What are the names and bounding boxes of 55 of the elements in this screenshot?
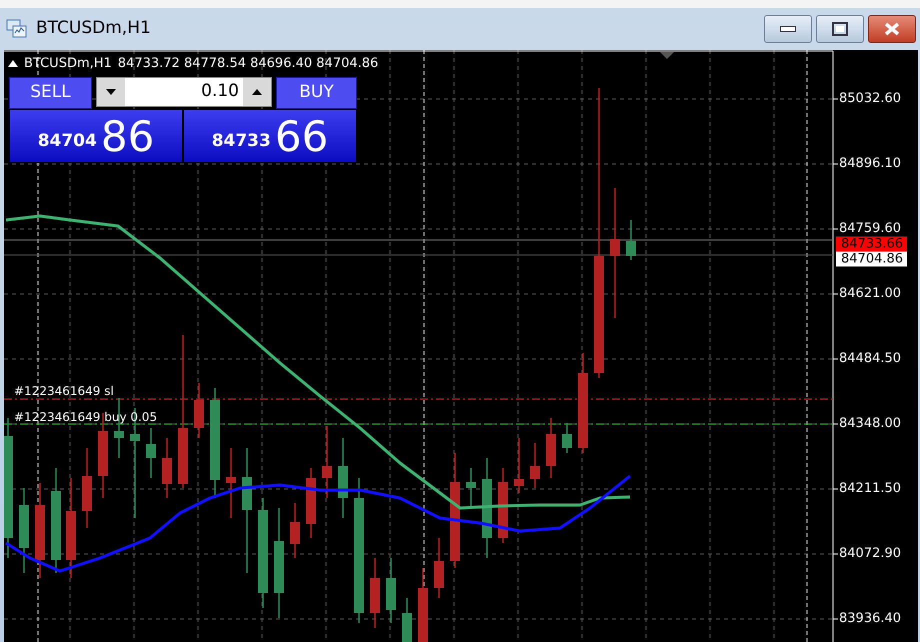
minimize-icon: [780, 26, 796, 32]
down-triangle-icon: [106, 89, 116, 95]
candlestick: [162, 438, 172, 498]
order-label: #1223461649 sl: [14, 383, 114, 400]
ohlc-values: 84733.72 84778.54 84696.40 84704.86: [118, 55, 378, 73]
candlestick: [290, 503, 300, 558]
chart-window-icon: [6, 19, 28, 39]
price-digits: 84733: [212, 130, 271, 152]
sell-price-display[interactable]: 84704 86: [9, 109, 183, 163]
order-label: #1223461649 buy 0.05: [14, 409, 158, 426]
candlestick: [530, 443, 540, 488]
candlestick: [466, 468, 476, 508]
candlestick: [370, 558, 380, 628]
chart-shift-marker-icon[interactable]: [660, 52, 674, 59]
price-pips: 66: [274, 116, 328, 160]
decrease-button[interactable]: [97, 78, 125, 106]
price-axis-label: 84072.90: [839, 547, 902, 561]
buy-price-display[interactable]: 84733 66: [183, 109, 357, 163]
candlestick: [194, 383, 204, 438]
price-axis-label: 84621.00: [839, 287, 902, 301]
price-axis-label: 84759.60: [839, 222, 902, 236]
candlestick: [322, 426, 332, 498]
window-title: BTCUSDm,H1: [36, 17, 151, 40]
ask-price-tag: 84733.66: [836, 236, 908, 252]
buy-button[interactable]: BUY: [276, 77, 357, 109]
maximize-icon: [832, 22, 848, 36]
maximize-button[interactable]: [816, 15, 864, 43]
candlestick: [306, 468, 316, 538]
bid-price-tag: 84704.86: [836, 252, 908, 266]
up-triangle-icon: [252, 89, 262, 95]
collapse-triangle-icon[interactable]: [8, 60, 18, 68]
increase-button[interactable]: [243, 78, 271, 106]
candlestick: [386, 558, 396, 623]
price-axis-label: 84211.50: [839, 482, 902, 496]
price-digits: 84704: [38, 130, 97, 152]
close-button[interactable]: [868, 15, 916, 43]
minimize-button[interactable]: [764, 15, 812, 43]
candlestick: [514, 438, 524, 493]
candlestick: [226, 448, 236, 518]
sell-button[interactable]: SELL: [9, 77, 92, 109]
volume-spinner[interactable]: 0.10: [96, 77, 272, 107]
candlestick: [146, 428, 156, 478]
candlestick: [626, 220, 636, 260]
symbol-label: BTCUSDm,H1: [24, 55, 112, 73]
price-axis-label: 84484.50: [839, 352, 902, 366]
candlestick: [562, 423, 572, 453]
candlestick: [402, 598, 412, 642]
price-axis-label: 83936.40: [839, 612, 902, 626]
price-axis-label: 84348.00: [839, 417, 902, 431]
price-axis-label: 84896.10: [839, 157, 902, 171]
candlestick: [546, 418, 556, 478]
price-axis-label: 85032.60: [839, 92, 902, 106]
close-icon: [883, 22, 901, 36]
candlestick: [434, 538, 444, 598]
price-pips: 86: [100, 116, 154, 160]
